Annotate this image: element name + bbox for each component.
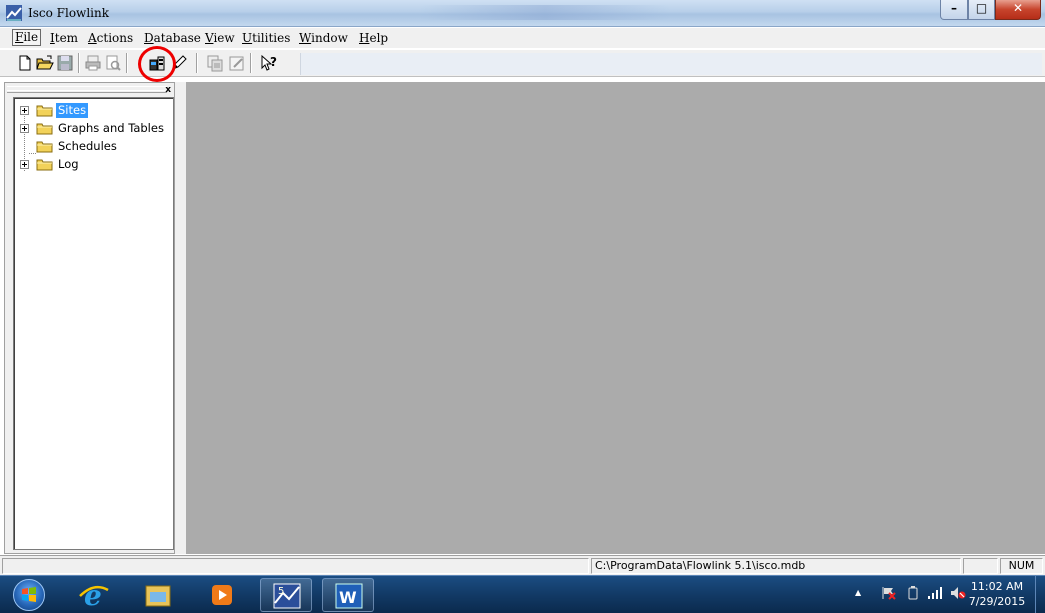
folder-icon xyxy=(36,141,53,153)
menu-utilities[interactable]: Utilities xyxy=(242,31,290,45)
volume-muted-icon[interactable] xyxy=(950,586,966,600)
background-window-title-ghost xyxy=(420,5,670,20)
menu-database[interactable]: Database xyxy=(144,31,201,45)
start-button[interactable] xyxy=(13,579,45,611)
flowlink-app-icon[interactable] xyxy=(6,5,22,21)
toolbar-separator xyxy=(78,53,80,73)
action-center-flag-icon[interactable] xyxy=(881,586,897,600)
file-explorer-icon xyxy=(145,585,171,607)
folder-icon xyxy=(36,123,53,135)
svg-text:W: W xyxy=(339,588,357,607)
close-icon: ✕ xyxy=(1012,1,1024,15)
word-icon: W xyxy=(335,583,363,609)
print-preview-icon[interactable] xyxy=(104,54,122,72)
taskbar-word[interactable]: W xyxy=(322,578,374,612)
window-title: Isco Flowlink xyxy=(28,6,109,20)
network-signal-icon[interactable] xyxy=(927,586,943,600)
expand-icon[interactable] xyxy=(20,106,29,115)
show-desktop-button[interactable] xyxy=(1035,576,1045,613)
menu-window[interactable]: Window xyxy=(299,31,348,45)
close-button[interactable]: ✕ xyxy=(995,0,1041,20)
status-bar: C:\ProgramData\Flowlink 5.1\isco.mdb NUM xyxy=(0,555,1045,575)
toolbar-separator xyxy=(250,53,252,73)
windows-logo-icon xyxy=(22,587,36,602)
menu-actions[interactable]: Actions xyxy=(88,31,133,45)
taskbar-media-player[interactable] xyxy=(196,578,248,612)
menu-file[interactable]: File xyxy=(12,29,42,46)
toolbar-separator xyxy=(196,53,198,73)
print-icon[interactable] xyxy=(84,54,102,72)
new-icon[interactable] xyxy=(16,54,34,72)
tree-item-label: Schedules xyxy=(58,139,117,153)
expand-icon[interactable] xyxy=(20,160,29,169)
taskbar: e 5 W ▲ 11:02 AM 7/29/2015 xyxy=(0,575,1045,613)
title-bar: Isco Flowlink – □ ✕ xyxy=(0,0,1045,27)
mdi-client-area xyxy=(186,82,1045,554)
menu-help[interactable]: Help xyxy=(359,31,388,45)
tree-view: Sites Graphs and Tables Schedules Log xyxy=(13,97,174,550)
tree-panel: x Sites Graphs and Tables Schedules Log xyxy=(4,82,175,554)
battery-icon[interactable] xyxy=(907,586,919,600)
clock-date: 7/29/2015 xyxy=(968,595,1026,608)
taskbar-flowlink[interactable]: 5 xyxy=(260,578,312,612)
menu-item[interactable]: Item xyxy=(50,31,78,45)
panel-grip xyxy=(7,90,167,93)
status-message-pane xyxy=(2,558,589,574)
maximize-button[interactable]: □ xyxy=(968,0,995,20)
context-help-icon[interactable]: ? xyxy=(260,54,278,72)
taskbar-file-explorer[interactable] xyxy=(132,578,184,612)
toolbar-empty-band xyxy=(300,53,1042,75)
tree-connector xyxy=(29,153,36,154)
menu-bar: File Item Actions Database View Utilitie… xyxy=(0,28,1045,48)
clock[interactable]: 11:02 AM 7/29/2015 xyxy=(966,579,1028,609)
open-icon[interactable] xyxy=(36,54,54,72)
menu-view[interactable]: View xyxy=(205,31,235,45)
folder-icon xyxy=(36,159,53,171)
status-database-path: C:\ProgramData\Flowlink 5.1\isco.mdb xyxy=(591,558,961,574)
minimize-button[interactable]: – xyxy=(940,0,968,20)
panel-close-icon[interactable]: x xyxy=(165,85,171,95)
flowlink-icon: 5 xyxy=(273,583,301,609)
svg-text:?: ? xyxy=(270,55,277,69)
taskbar-internet-explorer[interactable]: e xyxy=(68,578,120,612)
copy-icon[interactable] xyxy=(206,54,224,72)
minimize-icon: – xyxy=(951,1,957,15)
tree-item-label: Log xyxy=(58,157,79,171)
save-icon[interactable] xyxy=(56,54,74,72)
panel-splitter[interactable] xyxy=(175,82,186,554)
maximize-icon: □ xyxy=(975,1,988,15)
tree-item-label: Sites xyxy=(56,103,89,118)
edit-icon[interactable] xyxy=(228,54,246,72)
expand-icon[interactable] xyxy=(20,124,29,133)
toolbar-separator xyxy=(126,53,128,73)
internet-explorer-icon: e xyxy=(79,579,109,612)
media-player-icon xyxy=(212,585,232,605)
status-num-lock: NUM xyxy=(1000,558,1043,574)
show-hidden-icons-icon[interactable]: ▲ xyxy=(855,588,861,597)
svg-text:5: 5 xyxy=(278,586,284,597)
svg-text:e: e xyxy=(84,579,102,612)
status-extra-pane xyxy=(963,558,998,574)
red-annotation-circle xyxy=(138,46,176,82)
clock-time: 11:02 AM xyxy=(970,580,1024,593)
folder-icon xyxy=(36,105,53,117)
tree-item-label: Graphs and Tables xyxy=(58,121,164,135)
